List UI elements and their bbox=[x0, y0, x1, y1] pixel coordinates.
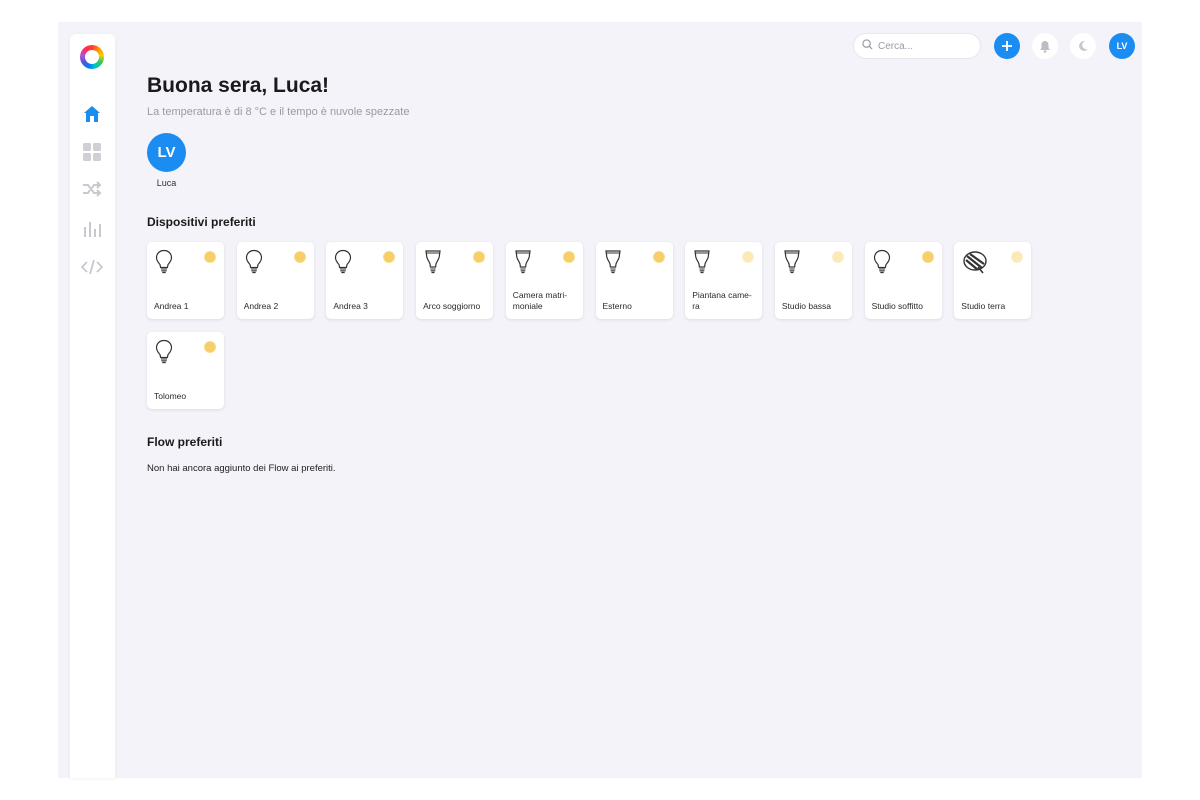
light-state-indicator-icon[interactable] bbox=[293, 251, 306, 263]
notifications-button[interactable] bbox=[1032, 33, 1058, 59]
light-state-indicator-icon[interactable] bbox=[204, 251, 216, 263]
bulb-icon bbox=[334, 249, 352, 280]
device-label: Andrea 3 bbox=[333, 301, 368, 311]
device-label: Andrea 1 bbox=[154, 301, 189, 311]
light-state-indicator-icon[interactable] bbox=[562, 251, 575, 263]
light-state-indicator-icon[interactable] bbox=[652, 251, 665, 263]
device-card[interactable]: Piantana came- ra bbox=[685, 242, 763, 319]
device-card[interactable]: Camera matri- moniale bbox=[505, 242, 583, 319]
user-avatar[interactable]: LV bbox=[147, 133, 186, 172]
search-bar[interactable] bbox=[853, 33, 981, 59]
light-state-indicator-icon[interactable] bbox=[921, 251, 934, 263]
spot-bulb-icon bbox=[424, 249, 442, 280]
device-card[interactable]: Studio soffitto bbox=[864, 242, 942, 319]
developer-code-icon[interactable] bbox=[80, 255, 104, 279]
device-card[interactable]: Studio terra bbox=[954, 242, 1032, 319]
light-state-indicator-icon[interactable] bbox=[204, 340, 216, 353]
page-title: Buona sera, Luca! bbox=[147, 74, 330, 97]
app-window: LV Buona sera, Luca! La temperatura è di… bbox=[58, 22, 1142, 778]
device-label: Andrea 2 bbox=[243, 301, 279, 311]
account-avatar-button[interactable]: LV bbox=[1109, 33, 1135, 59]
logo[interactable] bbox=[80, 45, 104, 69]
spot-bulb-icon bbox=[604, 249, 622, 280]
device-card[interactable]: Andrea 2 bbox=[236, 242, 314, 319]
bulb-icon bbox=[155, 249, 173, 280]
light-state-indicator-icon[interactable] bbox=[473, 251, 486, 263]
bell-icon bbox=[1040, 40, 1050, 53]
moon-icon bbox=[1079, 40, 1088, 51]
lamp-icon bbox=[962, 249, 988, 280]
bulb-icon bbox=[873, 249, 891, 280]
device-label: Studio bassa bbox=[781, 301, 832, 311]
sidebar bbox=[70, 34, 115, 778]
device-card[interactable]: Studio bassa bbox=[774, 242, 852, 319]
device-label: Tolomeo bbox=[154, 390, 187, 401]
devices-grid-icon[interactable] bbox=[80, 140, 104, 164]
spot-bulb-icon bbox=[783, 249, 801, 280]
spot-bulb-icon bbox=[693, 249, 711, 280]
device-label: Esterno bbox=[602, 301, 632, 311]
search-icon bbox=[862, 37, 873, 55]
spot-bulb-icon bbox=[514, 249, 532, 280]
weather-text: La temperatura è di 8 °C e il tempo è nu… bbox=[147, 106, 410, 118]
light-state-indicator-icon[interactable] bbox=[831, 251, 844, 263]
device-card[interactable]: Arco soggiorno bbox=[416, 242, 494, 319]
bulb-icon bbox=[155, 339, 173, 370]
device-label: Camera matri- moniale bbox=[512, 290, 568, 311]
dark-mode-button[interactable] bbox=[1070, 33, 1096, 59]
favorite-devices-title: Dispositivi preferiti bbox=[147, 215, 256, 229]
home-icon[interactable] bbox=[80, 102, 104, 126]
device-label: Arco soggiorno bbox=[423, 301, 481, 311]
empty-flows-message: Non hai ancora aggiunto dei Flow ai pref… bbox=[147, 463, 336, 474]
light-state-indicator-icon[interactable] bbox=[383, 251, 396, 263]
bulb-icon bbox=[245, 249, 263, 280]
device-label: Studio soffitto bbox=[871, 301, 923, 311]
favorite-flows-title: Flow preferiti bbox=[147, 435, 223, 449]
search-input[interactable] bbox=[878, 40, 974, 52]
device-card[interactable]: Andrea 3 bbox=[326, 242, 404, 319]
insights-chart-icon[interactable] bbox=[80, 217, 104, 241]
device-card[interactable]: Andrea 1 bbox=[147, 242, 224, 319]
plus-icon bbox=[1002, 41, 1012, 51]
device-label: Piantana came- ra bbox=[692, 290, 752, 311]
light-state-indicator-icon[interactable] bbox=[742, 251, 755, 263]
user-name: Luca bbox=[156, 178, 177, 188]
light-state-indicator-icon[interactable] bbox=[1011, 251, 1024, 263]
add-button[interactable] bbox=[994, 33, 1020, 59]
device-label: Studio terra bbox=[961, 301, 1006, 311]
device-card[interactable]: Esterno bbox=[595, 242, 673, 319]
flows-shuffle-icon[interactable] bbox=[80, 177, 104, 201]
device-card[interactable]: Tolomeo bbox=[147, 331, 224, 409]
